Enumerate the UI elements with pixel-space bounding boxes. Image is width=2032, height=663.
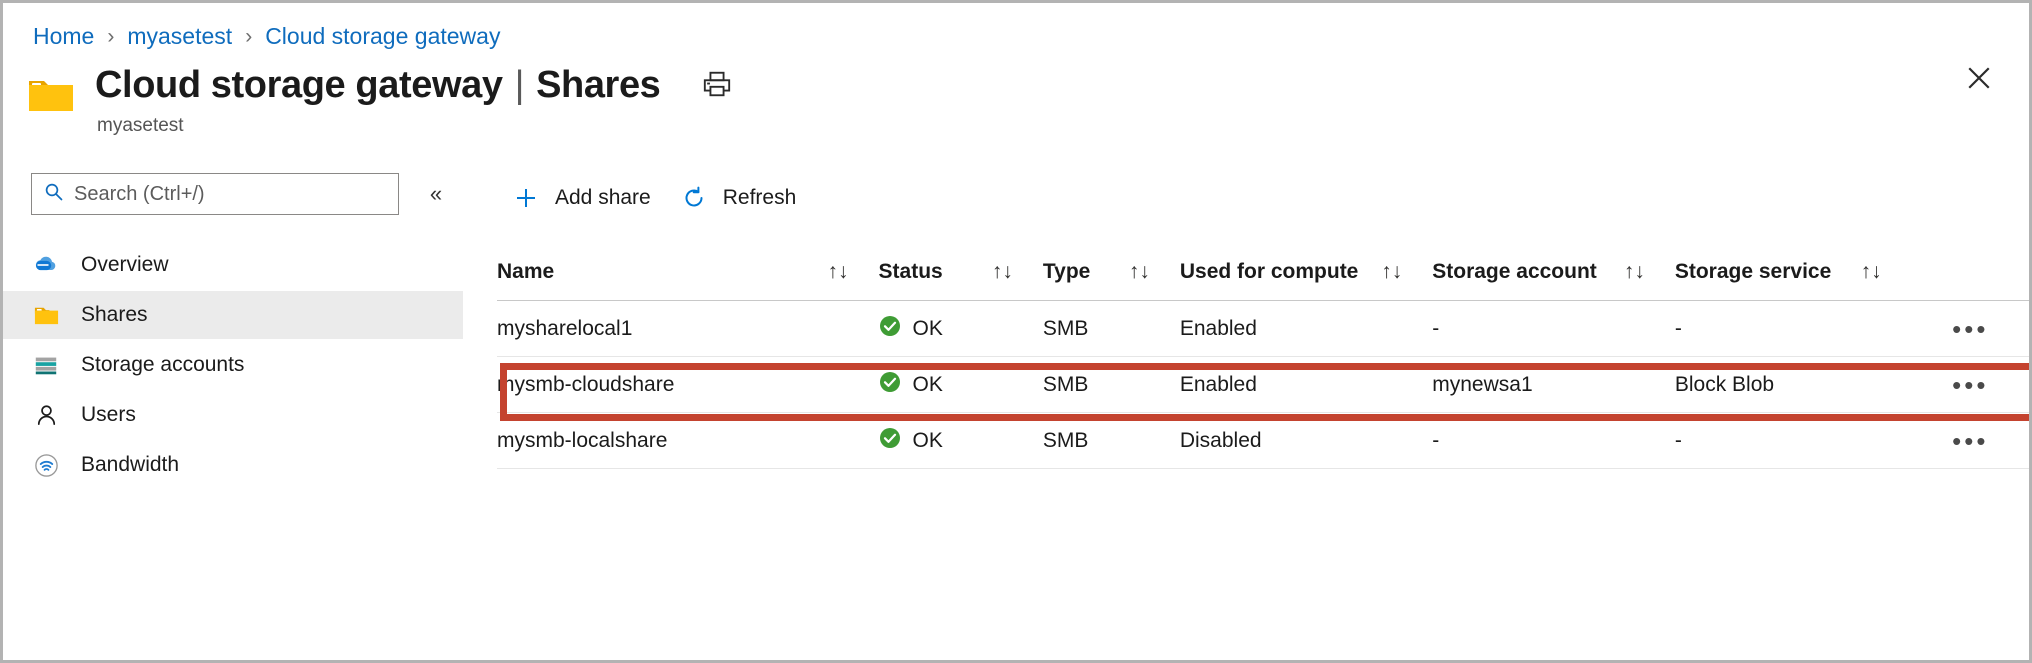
column-header-label: Type [1042,259,1091,283]
table-body: mysharelocal1 OK SMB Enabled - - ••• mys… [497,301,2029,469]
cell-status: OK [879,427,1043,455]
sidebar-item-label: Users [81,403,136,426]
cell-storage-account: - [1432,316,1440,340]
table-row[interactable]: mysmb-cloudshare OK SMB Enabled mynewsa1… [497,357,2029,413]
refresh-button[interactable]: Refresh [665,176,811,220]
sidebar-item-bandwidth[interactable]: Bandwidth [3,441,463,489]
status-label: OK [912,428,943,452]
table-row[interactable]: mysmb-localshare OK SMB Disabled - - ••• [497,413,2029,469]
page-subtitle: myasetest [97,115,184,136]
folder-icon [31,300,61,330]
cell-name: mysmb-localshare [497,428,668,452]
chevron-double-left-icon[interactable]: « [419,177,453,211]
cell-used-for-compute: Disabled [1179,428,1262,452]
sidebar-item-label: Bandwidth [81,453,180,476]
table-header-row: Name ↑↓ Status ↑↓ Type ↑↓ Used for compu… [497,243,2029,301]
plus-icon [511,183,541,213]
cell-actions: ••• [1912,316,2029,342]
sort-icon[interactable]: ↑↓ [992,260,1013,284]
column-header-label: Status [878,259,943,283]
page-title-resource: Cloud storage gateway [95,64,503,106]
cell-used-for-compute: Enabled [1179,316,1257,340]
search-input[interactable] [74,182,398,206]
sort-icon[interactable]: ↑↓ [1861,260,1882,284]
breadcrumb-separator-icon: › [107,24,115,48]
sidebar-item-overview[interactable]: Overview [3,241,463,289]
check-circle-icon [879,371,901,399]
cell-name: mysmb-cloudshare [497,372,675,396]
cell-storage-service: - [1674,316,1682,340]
page-title-divider: | [514,64,525,106]
search-box[interactable] [31,173,399,215]
sidebar-item-label: Storage accounts [81,353,245,376]
status-label: OK [912,372,943,396]
search-icon [44,182,64,207]
cell-actions: ••• [1912,428,2029,454]
command-bar: Add share Refresh [497,173,810,223]
page-title: Cloud storage gateway | Shares [95,61,732,109]
column-header-storage-account[interactable]: Storage account ↑↓ [1432,260,1675,284]
breadcrumb-item-myasetest[interactable]: myasetest [127,23,232,50]
cell-storage-account: mynewsa1 [1432,372,1533,396]
refresh-label: Refresh [722,186,797,209]
cloud-icon [31,250,61,280]
cell-type: SMB [1042,316,1089,340]
cell-storage-service: Block Blob [1674,372,1775,396]
cell-type: SMB [1042,372,1089,396]
storage-account-icon [31,350,61,380]
person-icon [31,400,61,430]
sidebar-search-row: « [31,173,463,215]
column-header-storage-service[interactable]: Storage service ↑↓ [1675,260,1912,284]
check-circle-icon [879,427,901,455]
close-icon[interactable] [1959,58,1999,98]
breadcrumb-separator-icon: › [245,24,253,48]
breadcrumb: Home › myasetest › Cloud storage gateway [33,23,500,50]
sidebar: « Overview [3,173,463,660]
status-label: OK [912,316,943,340]
table-row[interactable]: mysharelocal1 OK SMB Enabled - - ••• [497,301,2029,357]
column-header-type[interactable]: Type ↑↓ [1043,260,1180,284]
column-header-name[interactable]: Name ↑↓ [497,260,879,284]
cell-name: mysharelocal1 [497,316,633,340]
cell-storage-service: - [1674,428,1682,452]
row-menu-icon[interactable]: ••• [1952,316,1988,342]
row-menu-icon[interactable]: ••• [1952,372,1988,398]
azure-portal-blade: Home › myasetest › Cloud storage gateway… [0,0,2032,663]
cell-status: OK [879,371,1043,399]
row-menu-icon[interactable]: ••• [1952,428,1988,454]
column-header-used-for-compute[interactable]: Used for compute ↑↓ [1180,260,1432,284]
refresh-icon [679,183,709,213]
printer-icon[interactable] [702,65,732,109]
column-header-label: Storage account [1432,259,1597,283]
cell-used-for-compute: Enabled [1179,372,1257,396]
sort-icon[interactable]: ↑↓ [1381,260,1402,284]
sidebar-item-label: Shares [81,303,148,326]
sidebar-item-label: Overview [81,253,169,276]
sort-icon[interactable]: ↑↓ [828,260,849,284]
sort-icon[interactable]: ↑↓ [1129,260,1150,284]
add-share-button[interactable]: Add share [497,176,665,220]
cell-storage-account: - [1432,428,1440,452]
column-header-status[interactable]: Status ↑↓ [879,260,1043,284]
column-header-label: Storage service [1674,259,1832,283]
column-header-label: Used for compute [1179,259,1359,283]
check-circle-icon [879,315,901,343]
sidebar-item-shares[interactable]: Shares [3,291,463,339]
folder-icon [27,71,75,119]
cell-actions: ••• [1912,372,2029,398]
sort-icon[interactable]: ↑↓ [1624,260,1645,284]
page-title-section: Shares [536,64,661,106]
breadcrumb-item-home[interactable]: Home [33,23,94,50]
cell-status: OK [879,315,1043,343]
cell-type: SMB [1042,428,1089,452]
add-share-label: Add share [555,186,651,209]
column-header-label: Name [497,259,555,283]
page-header: Cloud storage gateway | Shares myasetest [27,61,732,137]
breadcrumb-item-cloud-storage-gateway[interactable]: Cloud storage gateway [265,23,500,50]
sidebar-item-users[interactable]: Users [3,391,463,439]
shares-table: Name ↑↓ Status ↑↓ Type ↑↓ Used for compu… [497,243,2029,469]
sidebar-nav-list: Overview Shares Storage accounts Users B… [3,241,463,489]
sidebar-item-storage-accounts[interactable]: Storage accounts [3,341,463,389]
bandwidth-icon [31,450,61,480]
